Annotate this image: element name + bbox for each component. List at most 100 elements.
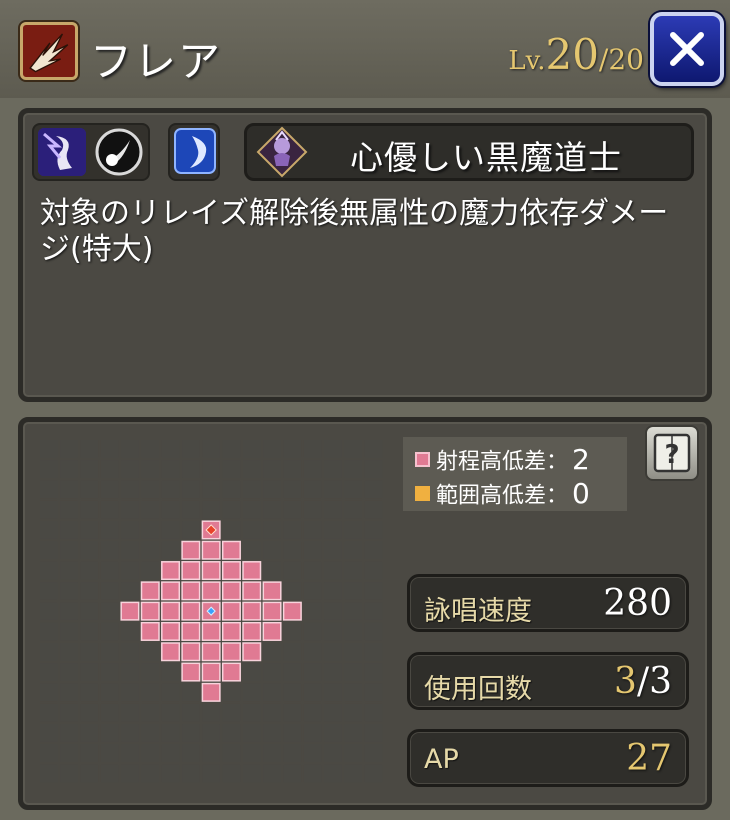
skill-level: Lv.20/20 bbox=[508, 30, 644, 79]
grid-cell bbox=[100, 744, 119, 762]
legend-range-swatch bbox=[415, 452, 430, 467]
grid-cell bbox=[303, 622, 322, 641]
grid-cell bbox=[141, 663, 159, 681]
grid-cell bbox=[263, 460, 281, 478]
close-button[interactable] bbox=[650, 12, 724, 86]
grid-cell bbox=[121, 622, 139, 641]
grid-cell bbox=[263, 663, 281, 681]
grid-cell bbox=[121, 724, 139, 742]
grid-cell bbox=[80, 622, 99, 641]
grid-cell bbox=[182, 480, 200, 499]
grid-cell bbox=[80, 703, 99, 722]
grid-cell bbox=[100, 764, 119, 783]
legend-range-height: 射程高低差： 2 bbox=[415, 443, 590, 476]
magic-element-icon bbox=[38, 128, 86, 176]
grid-cell bbox=[161, 724, 180, 742]
range-cell bbox=[221, 581, 241, 601]
skill-description: 対象のリレイズ解除後無属性の魔力依存ダメージ(特大) bbox=[40, 196, 669, 267]
grid-cell bbox=[344, 561, 362, 580]
range-cell bbox=[262, 601, 282, 621]
grid-cell bbox=[344, 582, 362, 600]
grid-cell bbox=[40, 561, 58, 580]
grid-cell bbox=[60, 521, 78, 539]
uses-remaining: 3 bbox=[614, 661, 637, 702]
grid-cell bbox=[364, 480, 383, 499]
range-cell bbox=[201, 621, 221, 641]
grid-cell bbox=[40, 744, 58, 762]
grid-cell bbox=[202, 703, 220, 722]
legend-area-label: 範囲高低差： bbox=[436, 483, 569, 509]
grid-cell bbox=[121, 500, 139, 519]
ap-box: AP 27 bbox=[407, 729, 689, 787]
grid-cell bbox=[283, 683, 302, 702]
grid-cell bbox=[303, 480, 322, 499]
grid-cell bbox=[303, 683, 322, 702]
grid-cell bbox=[60, 541, 78, 559]
grid-cell bbox=[100, 663, 119, 681]
grid-cell bbox=[283, 460, 302, 478]
grid-cell bbox=[303, 643, 322, 661]
grid-cell bbox=[141, 764, 159, 783]
grid-cell bbox=[222, 724, 241, 742]
range-cell bbox=[161, 561, 181, 581]
grid-cell bbox=[344, 521, 362, 539]
grid-cell bbox=[283, 541, 302, 559]
uses-label: 使用回数 bbox=[424, 674, 532, 705]
cast-speed-box: 詠唱速度 280 bbox=[407, 574, 689, 632]
range-cell bbox=[221, 642, 241, 662]
range-cell bbox=[181, 621, 201, 641]
grid-cell bbox=[263, 724, 281, 742]
grid-cell bbox=[364, 541, 383, 559]
grid-cell bbox=[324, 561, 342, 580]
grid-cell bbox=[80, 460, 99, 478]
level-separator: / bbox=[598, 43, 609, 76]
grid-cell bbox=[141, 521, 159, 539]
grid-cell bbox=[161, 703, 180, 722]
grid-cell bbox=[80, 683, 99, 702]
grid-cell bbox=[303, 663, 322, 681]
grid-cell bbox=[243, 480, 261, 499]
range-grid bbox=[40, 440, 383, 783]
grid-cell bbox=[364, 602, 383, 620]
range-cell bbox=[262, 621, 282, 641]
grid-cell bbox=[243, 683, 261, 702]
grid-cell bbox=[40, 724, 58, 742]
grid-cell bbox=[100, 582, 119, 600]
grid-cell bbox=[324, 440, 342, 458]
grid-cell bbox=[344, 663, 362, 681]
grid-cell bbox=[121, 582, 139, 600]
ap-label: AP bbox=[424, 744, 459, 775]
grid-cell bbox=[243, 703, 261, 722]
grid-cell bbox=[344, 480, 362, 499]
grid-cell bbox=[100, 561, 119, 580]
grid-cell bbox=[161, 460, 180, 478]
grid-cell bbox=[121, 683, 139, 702]
grid-cell bbox=[100, 480, 119, 499]
grid-cell bbox=[303, 440, 322, 458]
grid-cell bbox=[121, 460, 139, 478]
help-button[interactable]: ? bbox=[645, 425, 699, 481]
range-cell bbox=[161, 581, 181, 601]
legend-range-value: 2 bbox=[572, 443, 590, 476]
grid-cell bbox=[40, 521, 58, 539]
grid-cell bbox=[283, 561, 302, 580]
grid-cell bbox=[283, 764, 302, 783]
grid-cell bbox=[80, 663, 99, 681]
grid-cell bbox=[303, 460, 322, 478]
grid-cell bbox=[324, 480, 342, 499]
grid-cell bbox=[303, 724, 322, 742]
range-cell bbox=[221, 662, 241, 682]
grid-cell bbox=[222, 500, 241, 519]
range-cell bbox=[201, 682, 221, 702]
grid-cell bbox=[202, 500, 220, 519]
range-cell bbox=[181, 561, 201, 581]
range-cell bbox=[140, 581, 160, 601]
cast-speed-value: 280 bbox=[603, 583, 672, 624]
range-cell bbox=[161, 601, 181, 621]
grid-cell bbox=[60, 440, 78, 458]
grid-cell bbox=[161, 480, 180, 499]
close-icon bbox=[670, 32, 704, 66]
grid-cell bbox=[364, 683, 383, 702]
grid-cell bbox=[121, 521, 139, 539]
grid-cell bbox=[100, 440, 119, 458]
